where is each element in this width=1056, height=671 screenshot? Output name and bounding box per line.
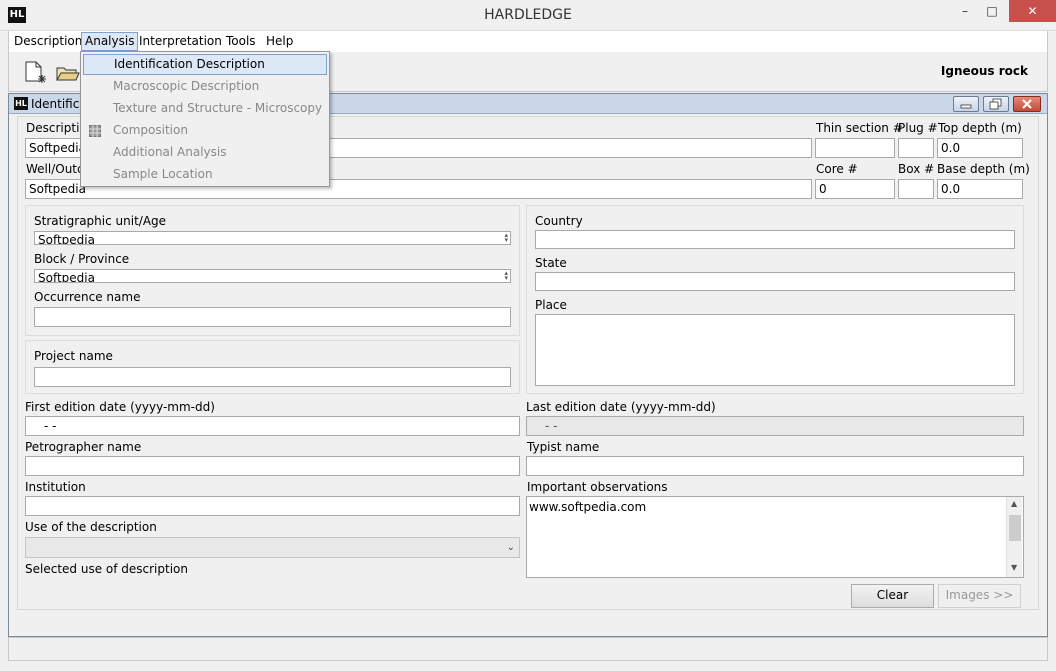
last-edition-label: Last edition date (yyyy-mm-dd) bbox=[526, 400, 716, 414]
menu-interpretation[interactable]: Interpretation bbox=[135, 32, 226, 51]
observations-label: Important observations bbox=[527, 480, 668, 494]
scroll-down-icon[interactable]: ▼ bbox=[1011, 563, 1017, 572]
new-document-icon[interactable] bbox=[24, 61, 46, 85]
well-label: Well/Outc bbox=[26, 162, 84, 176]
menu-item-composition[interactable]: Composition bbox=[83, 120, 327, 141]
close-button[interactable]: ✕ bbox=[1009, 0, 1056, 22]
clear-button[interactable]: Clear bbox=[851, 584, 934, 608]
menu-tools[interactable]: Tools bbox=[222, 32, 260, 51]
first-edition-field[interactable]: - - bbox=[25, 416, 520, 436]
inner-minimize-button[interactable] bbox=[953, 96, 979, 112]
place-textarea[interactable] bbox=[535, 314, 1015, 386]
core-field[interactable]: 0 bbox=[815, 179, 895, 199]
selected-use-label: Selected use of description bbox=[25, 562, 188, 576]
state-label: State bbox=[535, 256, 567, 270]
menu-help[interactable]: Help bbox=[262, 32, 297, 51]
minimize-button[interactable]: – bbox=[950, 0, 980, 22]
inner-window-logo-icon: HL bbox=[14, 97, 28, 110]
core-label: Core # bbox=[816, 162, 858, 176]
country-label: Country bbox=[535, 214, 583, 228]
block-combo[interactable]: Softpedia ▴ ▾ bbox=[34, 269, 511, 283]
typist-label: Typist name bbox=[527, 440, 600, 454]
petrographer-label: Petrographer name bbox=[25, 440, 142, 454]
block-label: Block / Province bbox=[34, 252, 130, 266]
inner-restore-button[interactable] bbox=[983, 96, 1009, 112]
institution-field[interactable] bbox=[25, 496, 520, 516]
use-select[interactable]: ⌄ bbox=[25, 537, 520, 558]
menu-bar: Description Analysis Interpretation Tool… bbox=[8, 31, 1048, 52]
observations-scrollbar[interactable]: ▲ ▼ bbox=[1006, 497, 1022, 577]
box-label: Box # bbox=[898, 162, 935, 176]
plug-field[interactable] bbox=[898, 138, 934, 158]
scroll-up-icon[interactable]: ▲ bbox=[1011, 499, 1017, 508]
plug-label: Plug # bbox=[898, 121, 938, 135]
observations-textarea[interactable]: www.softpedia.com bbox=[526, 496, 1024, 578]
menu-item-additional-analysis[interactable]: Additional Analysis bbox=[83, 142, 327, 163]
strat-combo[interactable]: Softpedia ▴ ▾ bbox=[34, 231, 511, 245]
thin-section-field[interactable] bbox=[815, 138, 895, 158]
close-icon bbox=[1022, 99, 1032, 109]
typist-field[interactable] bbox=[526, 456, 1024, 476]
project-label: Project name bbox=[34, 349, 113, 363]
place-label: Place bbox=[535, 298, 567, 312]
country-field[interactable] bbox=[535, 230, 1015, 249]
menu-item-sample-location[interactable]: Sample Location bbox=[83, 164, 327, 185]
thin-section-label: Thin section # bbox=[816, 121, 903, 135]
scrollbar-thumb[interactable] bbox=[1009, 515, 1021, 541]
analysis-dropdown-menu: Identification Description Macroscopic D… bbox=[80, 51, 330, 187]
institution-label: Institution bbox=[25, 480, 86, 494]
top-depth-field[interactable]: 0.0 bbox=[937, 138, 1023, 158]
description-label: Descriptio bbox=[26, 121, 87, 135]
strat-label: Stratigraphic unit/Age bbox=[34, 214, 167, 228]
inner-window-title: Identifica bbox=[31, 97, 87, 111]
spin-arrows-icon: ▴ ▾ bbox=[504, 269, 508, 282]
base-depth-field[interactable]: 0.0 bbox=[937, 179, 1023, 199]
maximize-button[interactable]: □ bbox=[978, 0, 1006, 22]
state-field[interactable] bbox=[535, 272, 1015, 291]
composition-label: Composition bbox=[113, 123, 188, 137]
box-field[interactable] bbox=[898, 179, 934, 199]
observations-value: www.softpedia.com bbox=[529, 500, 647, 514]
first-edition-label: First edition date (yyyy-mm-dd) bbox=[25, 400, 215, 414]
minimize-icon bbox=[960, 104, 972, 109]
use-label: Use of the description bbox=[25, 520, 157, 534]
menu-item-macroscopic-description[interactable]: Macroscopic Description bbox=[83, 76, 327, 97]
strat-value: Softpedia bbox=[38, 233, 95, 245]
petrographer-field[interactable] bbox=[25, 456, 520, 476]
project-field[interactable] bbox=[34, 367, 511, 387]
occurrence-field[interactable] bbox=[34, 307, 511, 327]
spin-arrows-icon: ▴ ▾ bbox=[504, 231, 508, 244]
base-depth-label: Base depth (m) bbox=[937, 162, 1030, 176]
rock-type-label: Igneous rock bbox=[940, 64, 1028, 78]
grid-icon bbox=[89, 125, 101, 137]
menu-analysis[interactable]: Analysis bbox=[81, 32, 139, 51]
status-bar bbox=[8, 637, 1048, 661]
menu-item-texture-structure[interactable]: Texture and Structure - Microscopy bbox=[83, 98, 327, 119]
occurrence-label: Occurrence name bbox=[34, 290, 141, 304]
inner-close-button[interactable] bbox=[1013, 96, 1041, 112]
images-button: Images >> bbox=[938, 584, 1021, 608]
block-value: Softpedia bbox=[38, 271, 95, 283]
window-title: HARDLEDGE bbox=[484, 7, 572, 23]
menu-description[interactable]: Description bbox=[10, 32, 86, 51]
chevron-down-icon: ⌄ bbox=[506, 542, 515, 553]
restore-icon bbox=[989, 98, 1002, 110]
last-edition-field: - - bbox=[526, 416, 1024, 436]
top-depth-label: Top depth (m) bbox=[938, 121, 1022, 135]
menu-item-identification-description[interactable]: Identification Description bbox=[83, 54, 327, 75]
open-folder-icon[interactable] bbox=[56, 64, 80, 82]
